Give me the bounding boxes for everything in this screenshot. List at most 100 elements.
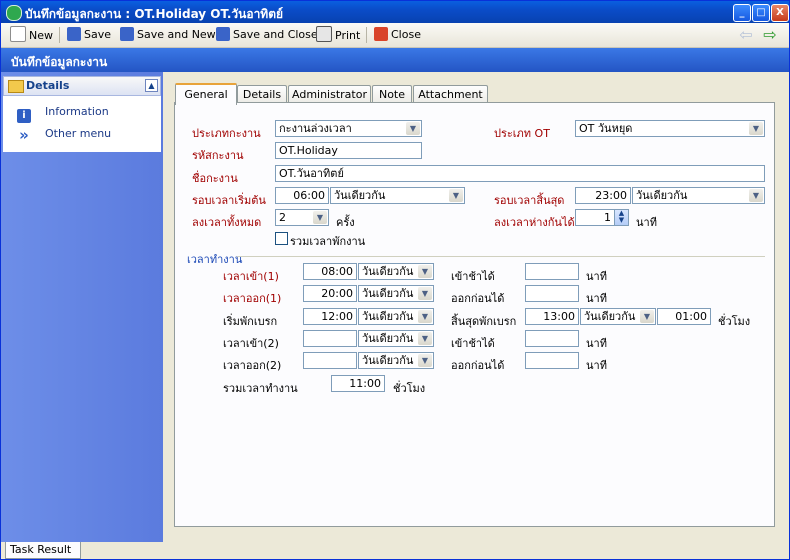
break-start-day-select[interactable]: วันเดียวกัน ▼ <box>358 308 434 325</box>
early-leave-input[interactable] <box>525 285 579 302</box>
check-in-2-day-select[interactable]: วันเดียวกัน ▼ <box>358 330 434 347</box>
dropdown-arrow-icon: ▼ <box>418 332 432 345</box>
early-leave-2-input[interactable] <box>525 352 579 369</box>
sidebar-item-label: Information <box>45 105 109 118</box>
app-icon <box>6 5 22 21</box>
task-result-tab[interactable]: Task Result <box>5 542 81 559</box>
double-chevron-down-icon: » <box>19 126 29 144</box>
save-button[interactable]: Save <box>64 26 114 44</box>
check-out-2-time-input[interactable] <box>303 352 357 369</box>
check-in-1-day-select[interactable]: วันเดียวกัน ▼ <box>358 263 434 280</box>
check-in-2-time-input[interactable] <box>303 330 357 347</box>
dropdown-arrow-icon: ▼ <box>406 122 420 135</box>
shift-name-input[interactable]: OT.วันอาทิตย์ <box>275 165 765 182</box>
save-and-new-button[interactable]: Save and New <box>117 26 219 44</box>
back-arrow-icon[interactable]: ⇦ <box>737 27 755 43</box>
check-out-2-day-select[interactable]: วันเดียวกัน ▼ <box>358 352 434 369</box>
total-punch-value: 2 <box>279 211 286 224</box>
maximize-button[interactable]: □ <box>752 4 770 22</box>
break-start-day-value: วันเดียวกัน <box>362 310 414 323</box>
break-end-time-input[interactable]: 13:00 <box>525 308 579 325</box>
left-panel: Details ▲ i Information » Other menu <box>1 72 163 542</box>
check-in-1-label: เวลาเข้า(1) <box>223 270 279 283</box>
punch-gap-input[interactable]: 1 ▲ ▼ <box>575 209 629 226</box>
end-day-value: วันเดียวกัน <box>636 189 688 202</box>
toolbar: New Save Save and New Save and Close Pri… <box>1 23 789 48</box>
check-in-1-day-value: วันเดียวกัน <box>362 265 414 278</box>
tab-attachment[interactable]: Attachment <box>413 85 488 103</box>
save-and-close-button[interactable]: Save and Close <box>213 26 321 44</box>
page-header: บันทึกข้อมูลกะงาน <box>1 48 789 72</box>
toolbar-separator <box>59 27 60 43</box>
check-in-1-time-input[interactable]: 08:00 <box>303 263 357 280</box>
tab-note[interactable]: Note <box>372 85 412 103</box>
minimize-button[interactable]: _ <box>733 4 751 22</box>
details-panel-body: i Information » Other menu <box>3 96 161 152</box>
sidebar-item-label: Other menu <box>45 127 112 140</box>
shift-type-value: กะงานล่วงเวลา <box>279 122 352 135</box>
collapse-icon[interactable]: ▲ <box>145 79 158 92</box>
tab-details[interactable]: Details <box>237 85 287 103</box>
new-document-icon <box>10 26 26 42</box>
forward-arrow-icon[interactable]: ⇨ <box>761 27 779 43</box>
break-duration-input[interactable]: 01:00 <box>657 308 711 325</box>
break-end-day-select[interactable]: วันเดียวกัน ▼ <box>580 308 656 325</box>
punch-gap-label: ลงเวลาห่างกันได้ <box>494 216 575 229</box>
print-button[interactable]: Print <box>313 26 363 44</box>
tab-general[interactable]: General <box>175 83 237 105</box>
end-day-select[interactable]: วันเดียวกัน ▼ <box>632 187 765 204</box>
start-day-select[interactable]: วันเดียวกัน ▼ <box>330 187 465 204</box>
new-button-label: New <box>29 29 53 42</box>
break-start-time-input[interactable]: 12:00 <box>303 308 357 325</box>
info-icon: i <box>17 109 31 123</box>
details-panel-title: Details <box>26 79 70 92</box>
total-punch-select[interactable]: 2 ▼ <box>275 209 329 226</box>
late-allow-2-unit: นาที <box>586 337 607 350</box>
early-leave-2-unit: นาที <box>586 359 607 372</box>
check-out-1-day-select[interactable]: วันเดียวกัน ▼ <box>358 285 434 302</box>
late-allow-2-input[interactable] <box>525 330 579 347</box>
shift-name-label: ชื่อกะงาน <box>192 172 238 185</box>
ot-type-select[interactable]: OT วันหยุด ▼ <box>575 120 765 137</box>
late-allow-input[interactable] <box>525 263 579 280</box>
save-and-new-label: Save and New <box>137 28 216 41</box>
dropdown-arrow-icon: ▼ <box>449 189 463 202</box>
dropdown-arrow-icon: ▼ <box>418 310 432 323</box>
early-leave-2-label: ออกก่อนได้ <box>451 359 505 372</box>
break-duration-unit: ชั่วโมง <box>718 315 751 328</box>
save-new-icon <box>120 27 134 41</box>
check-out-1-time-input[interactable]: 20:00 <box>303 285 357 302</box>
save-and-close-label: Save and Close <box>233 28 318 41</box>
dropdown-arrow-icon: ▼ <box>640 310 654 323</box>
total-work-input[interactable]: 11:00 <box>331 375 385 392</box>
close-window-button[interactable]: X <box>771 4 789 22</box>
dropdown-arrow-icon: ▼ <box>418 287 432 300</box>
printer-icon <box>316 26 332 42</box>
late-allow-2-label: เข้าช้าได้ <box>451 337 495 350</box>
details-panel-header[interactable]: Details ▲ <box>3 76 161 96</box>
sidebar-item-other-menu[interactable]: » Other menu <box>17 126 112 144</box>
late-allow-unit: นาที <box>586 270 607 283</box>
new-button[interactable]: New <box>7 26 56 44</box>
early-leave-unit: นาที <box>586 292 607 305</box>
print-button-label: Print <box>335 29 361 42</box>
shift-type-select[interactable]: กะงานล่วงเวลา ▼ <box>275 120 422 137</box>
tab-administrator[interactable]: Administrator <box>288 85 371 103</box>
total-punch-unit: ครั้ง <box>336 216 355 229</box>
shift-type-label: ประเภทกะงาน <box>192 127 261 140</box>
dropdown-arrow-icon: ▼ <box>418 354 432 367</box>
break-end-day-value: วันเดียวกัน <box>584 310 636 323</box>
start-time-input[interactable]: 06:00 <box>275 187 329 204</box>
check-in-2-label: เวลาเข้า(2) <box>223 337 279 350</box>
folder-icon <box>8 80 24 93</box>
include-break-checkbox[interactable] <box>275 232 288 245</box>
end-cycle-label: รอบเวลาสิ้นสุด <box>494 194 565 207</box>
end-time-input[interactable]: 23:00 <box>575 187 631 204</box>
shift-code-input[interactable]: OT.Holiday <box>275 142 422 159</box>
spin-updown-icon[interactable]: ▲ ▼ <box>614 210 628 225</box>
title-bar[interactable]: บันทึกข้อมูลกะงาน : OT.Holiday OT.วันอาท… <box>1 1 789 23</box>
close-icon <box>374 27 388 41</box>
close-button[interactable]: Close <box>371 26 424 44</box>
sidebar-item-information[interactable]: i Information <box>17 104 109 123</box>
general-tab-panel: ประเภทกะงาน กะงานล่วงเวลา ▼ ประเภท OT OT … <box>174 102 775 527</box>
